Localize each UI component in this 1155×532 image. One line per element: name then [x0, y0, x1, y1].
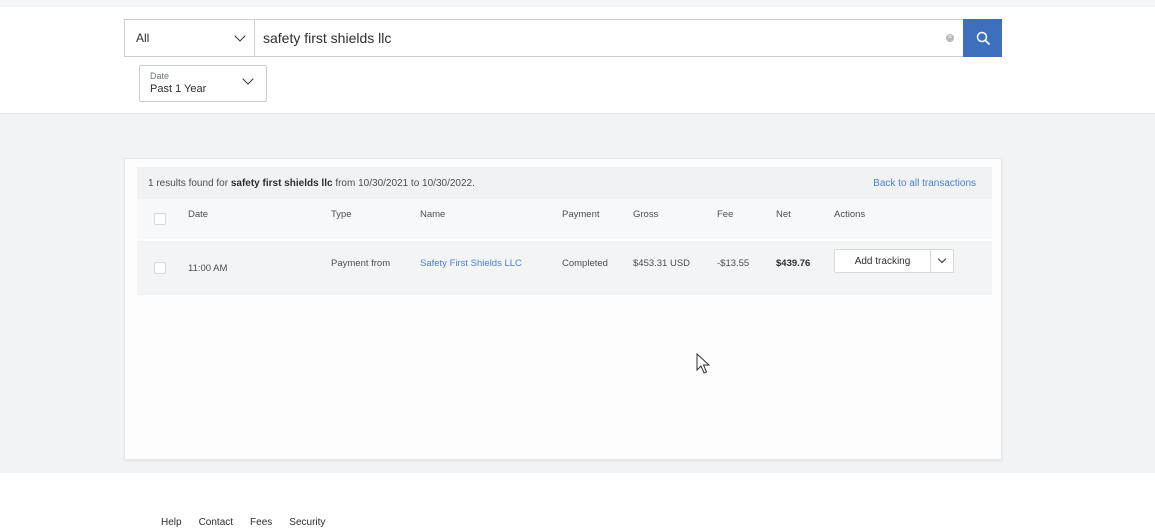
search-bar: All × [124, 19, 1002, 57]
footer-link-security[interactable]: Security [289, 517, 325, 528]
column-header-actions: Actions [834, 209, 866, 220]
chevron-down-icon [937, 254, 947, 264]
search-scope-select[interactable]: All [125, 20, 255, 56]
clear-search-button[interactable]: × [937, 20, 963, 56]
search-button[interactable] [963, 19, 1002, 57]
header-area: All × Date Past 1 Year [0, 0, 1155, 114]
row-checkbox[interactable] [154, 262, 166, 274]
column-header-name[interactable]: Name [420, 209, 445, 220]
add-tracking-button[interactable]: Add tracking [835, 250, 931, 272]
date-filter-label: Date [150, 71, 170, 81]
date-filter-dropdown[interactable]: Date Past 1 Year [139, 65, 267, 102]
table-row[interactable]: 11:00 AM Payment from Safety First Shiel… [137, 241, 992, 295]
row-time: 11:00 AM [188, 263, 228, 274]
column-header-net[interactable]: Net [776, 209, 791, 220]
back-to-all-transactions-link[interactable]: Back to all transactions [873, 178, 976, 189]
table-header: Date Type Name Payment Gross Fee Net Act… [137, 199, 992, 239]
column-header-payment[interactable]: Payment [562, 209, 600, 220]
column-header-fee[interactable]: Fee [717, 209, 733, 220]
results-suffix: from 10/30/2021 to 10/30/2022. [332, 177, 475, 189]
row-name-link[interactable]: Safety First Shields LLC [420, 258, 522, 269]
column-header-gross[interactable]: Gross [633, 209, 658, 220]
column-header-type[interactable]: Type [331, 209, 352, 220]
results-summary: 1 results found for safety first shields… [148, 178, 475, 189]
footer-link-help[interactable]: Help [161, 517, 182, 528]
results-prefix: 1 results found for [148, 177, 231, 189]
search-icon [976, 31, 990, 45]
row-payment-status: Completed [562, 258, 608, 269]
mouse-cursor-icon [696, 353, 710, 374]
row-gross: $453.31 USD [633, 258, 691, 269]
results-card: 1 results found for safety first shields… [124, 158, 1002, 460]
select-all-checkbox[interactable] [154, 213, 166, 225]
top-strip [0, 0, 1155, 7]
chevron-down-icon [234, 30, 246, 42]
search-input[interactable] [255, 20, 937, 56]
clear-icon: × [946, 34, 954, 42]
footer-link-contact[interactable]: Contact [199, 517, 233, 528]
footer-link-fees[interactable]: Fees [250, 517, 272, 528]
row-net: $439.76 [776, 258, 811, 269]
actions-dropdown-toggle[interactable] [931, 250, 953, 272]
footer: Help Contact Fees Security [0, 473, 1155, 532]
footer-links: Help Contact Fees Security [161, 517, 325, 528]
row-actions: Add tracking [834, 249, 954, 273]
column-header-date[interactable]: Date [188, 209, 208, 220]
results-summary-bar: 1 results found for safety first shields… [137, 167, 992, 199]
results-term: safety first shields llc [230, 177, 333, 189]
row-type: Payment from [331, 258, 391, 269]
row-fee: -$13.55 [717, 258, 750, 269]
search-scope-value: All [136, 31, 150, 45]
date-filter-value: Past 1 Year [150, 83, 207, 95]
